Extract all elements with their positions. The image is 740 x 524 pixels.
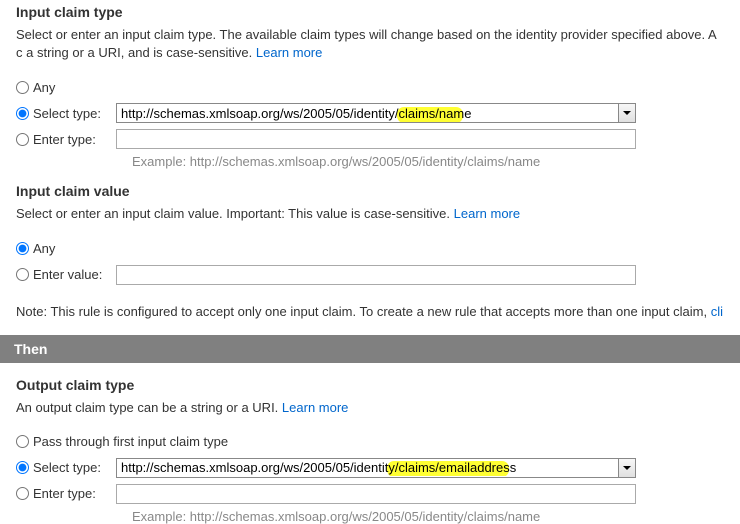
note-link[interactable]: cli — [711, 304, 723, 319]
output-claim-type-example: Example: http://schemas.xmlsoap.org/ws/2… — [132, 509, 724, 524]
learn-more-link[interactable]: Learn more — [282, 400, 348, 415]
output-claim-type-section: Output claim type An output claim type c… — [0, 377, 740, 524]
select-type-label: Select type: — [33, 106, 101, 121]
input-claim-type-enter-field[interactable] — [116, 129, 636, 149]
learn-more-link[interactable]: Learn more — [256, 45, 322, 60]
desc-text: An output claim type can be a string or … — [16, 400, 282, 415]
output-claim-type-enter-field[interactable] — [116, 484, 636, 504]
input-claim-value-enter-field[interactable] — [116, 265, 636, 285]
output-passthrough-radio[interactable] — [16, 435, 29, 448]
desc-text: Select or enter an input claim type. The… — [16, 27, 716, 60]
select-type-label: Select type: — [33, 460, 101, 475]
input-claim-value-header: Input claim value — [16, 183, 724, 199]
enter-value-label: Enter value: — [33, 267, 102, 282]
input-claim-value-any-radio[interactable] — [16, 242, 29, 255]
dropdown-button[interactable] — [618, 459, 635, 477]
input-claim-type-any-radio[interactable] — [16, 81, 29, 94]
output-enter-type-radio[interactable] — [16, 487, 29, 500]
chevron-down-icon — [623, 111, 631, 115]
any-label: Any — [33, 241, 55, 256]
input-claim-value-enter-radio[interactable] — [16, 268, 29, 281]
output-select-type-radio[interactable] — [16, 461, 29, 474]
input-claim-type-select[interactable]: http://schemas.xmlsoap.org/ws/2005/05/id… — [116, 103, 636, 123]
chevron-down-icon — [623, 466, 631, 470]
select-value-text: http://schemas.xmlsoap.org/ws/2005/05/id… — [121, 460, 516, 475]
input-claim-type-header: Input claim type — [16, 4, 724, 20]
input-claim-value-section: Input claim value Select or enter an inp… — [0, 183, 740, 285]
select-value-text: http://schemas.xmlsoap.org/ws/2005/05/id… — [121, 106, 471, 121]
any-label: Any — [33, 80, 55, 95]
note-text: Note: This rule is configured to accept … — [0, 304, 740, 319]
enter-type-label: Enter type: — [33, 486, 96, 501]
passthrough-label: Pass through first input claim type — [33, 434, 228, 449]
note-prefix: Note: This rule is configured to accept … — [16, 304, 711, 319]
enter-type-label: Enter type: — [33, 132, 96, 147]
input-claim-type-select-radio[interactable] — [16, 107, 29, 120]
input-claim-type-section: Input claim type Select or enter an inpu… — [0, 4, 740, 169]
then-bar: Then — [0, 335, 740, 363]
dropdown-button[interactable] — [618, 104, 635, 122]
desc-text: Select or enter an input claim value. Im… — [16, 206, 454, 221]
input-claim-value-desc: Select or enter an input claim value. Im… — [16, 205, 724, 223]
input-claim-type-example: Example: http://schemas.xmlsoap.org/ws/2… — [132, 154, 724, 169]
output-claim-type-select[interactable]: http://schemas.xmlsoap.org/ws/2005/05/id… — [116, 458, 636, 478]
output-claim-type-header: Output claim type — [16, 377, 724, 393]
input-claim-type-desc: Select or enter an input claim type. The… — [16, 26, 724, 62]
learn-more-link[interactable]: Learn more — [454, 206, 520, 221]
output-claim-type-desc: An output claim type can be a string or … — [16, 399, 724, 417]
input-claim-type-enter-radio[interactable] — [16, 133, 29, 146]
